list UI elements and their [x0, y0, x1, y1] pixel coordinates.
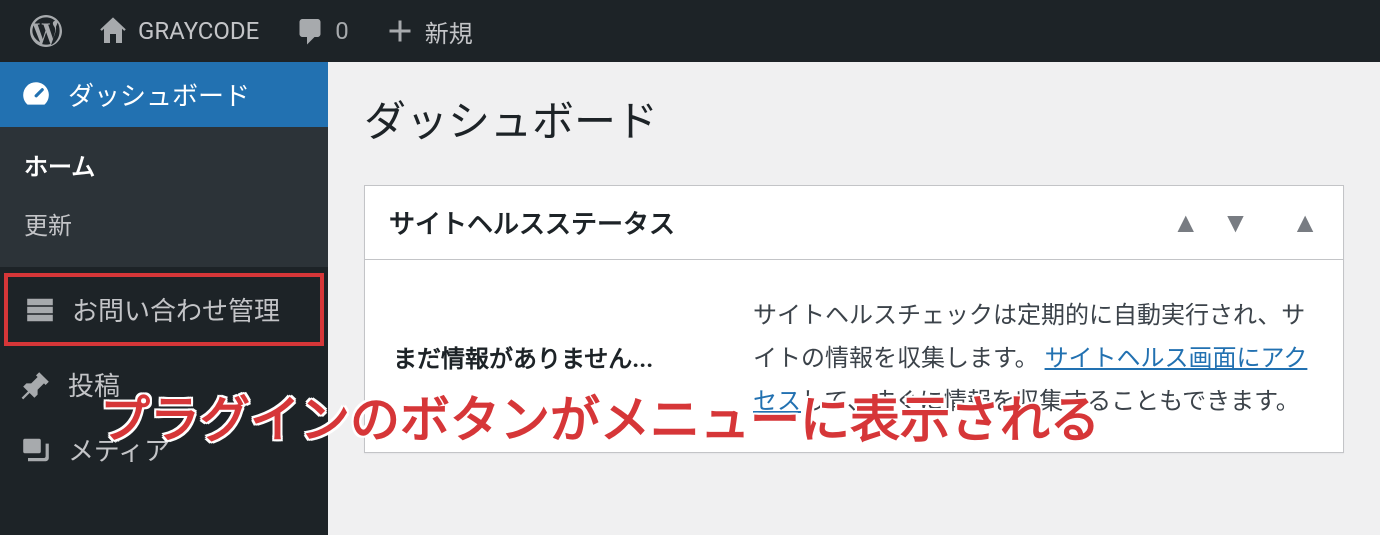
site-health-postbox: サイトヘルスステータス ▲ ▼ ▲ まだ情報がありません... サイトヘルスチェ…: [364, 185, 1344, 453]
home-icon: [98, 16, 128, 46]
wordpress-icon: [30, 15, 62, 47]
page-title: ダッシュボード: [364, 88, 1344, 149]
dashboard-submenu: ホーム 更新: [0, 127, 328, 267]
pin-icon: [20, 369, 52, 401]
new-label: 新規: [425, 14, 473, 49]
toggle-icon[interactable]: ▲: [1291, 209, 1319, 237]
admin-bar: GRAYCODE 0 新規: [0, 0, 1380, 62]
media-icon: [20, 434, 52, 466]
comment-count: 0: [335, 17, 349, 45]
media-label: メディア: [68, 431, 170, 468]
site-health-no-info: まだ情報がありません...: [393, 294, 713, 424]
dashboard-icon: [20, 79, 52, 111]
dashboard-label: ダッシュボード: [68, 76, 250, 113]
postbox-handles: ▲ ▼ ▲: [1172, 209, 1319, 237]
comment-icon: [295, 16, 325, 46]
sidebar-item-posts[interactable]: 投稿: [0, 352, 328, 417]
posts-label: 投稿: [68, 366, 120, 403]
plus-icon: [385, 16, 415, 46]
sidebar-item-media[interactable]: メディア: [0, 417, 328, 482]
move-down-icon[interactable]: ▼: [1222, 209, 1250, 237]
postbox-body: まだ情報がありません... サイトヘルスチェックは定期的に自動実行され、サイトの…: [365, 260, 1343, 452]
admin-bar-comments[interactable]: 0: [277, 0, 367, 62]
admin-bar-site[interactable]: GRAYCODE: [80, 0, 277, 62]
postbox-header: サイトヘルスステータス ▲ ▼ ▲: [365, 186, 1343, 260]
site-health-description: サイトヘルスチェックは定期的に自動実行され、サイトの情報を収集します。 サイトヘ…: [753, 294, 1315, 424]
site-health-title: サイトヘルスステータス: [389, 204, 675, 241]
contact-admin-label: お問い合わせ管理: [72, 291, 280, 328]
list-icon: [24, 294, 56, 326]
submenu-item-home[interactable]: ホーム: [0, 135, 328, 194]
sidebar-item-dashboard[interactable]: ダッシュボード: [0, 62, 328, 127]
wordpress-logo[interactable]: [12, 0, 80, 62]
site-name: GRAYCODE: [138, 17, 259, 45]
submenu-item-updates[interactable]: 更新: [0, 194, 328, 253]
admin-bar-new[interactable]: 新規: [367, 0, 491, 62]
main-content: ダッシュボード サイトヘルスステータス ▲ ▼ ▲ まだ情報がありません... …: [328, 62, 1380, 535]
move-up-icon[interactable]: ▲: [1172, 209, 1200, 237]
sidebar-item-contact-admin[interactable]: お問い合わせ管理: [4, 273, 324, 346]
admin-sidebar: ダッシュボード ホーム 更新 お問い合わせ管理 投稿 メディア: [0, 62, 328, 535]
